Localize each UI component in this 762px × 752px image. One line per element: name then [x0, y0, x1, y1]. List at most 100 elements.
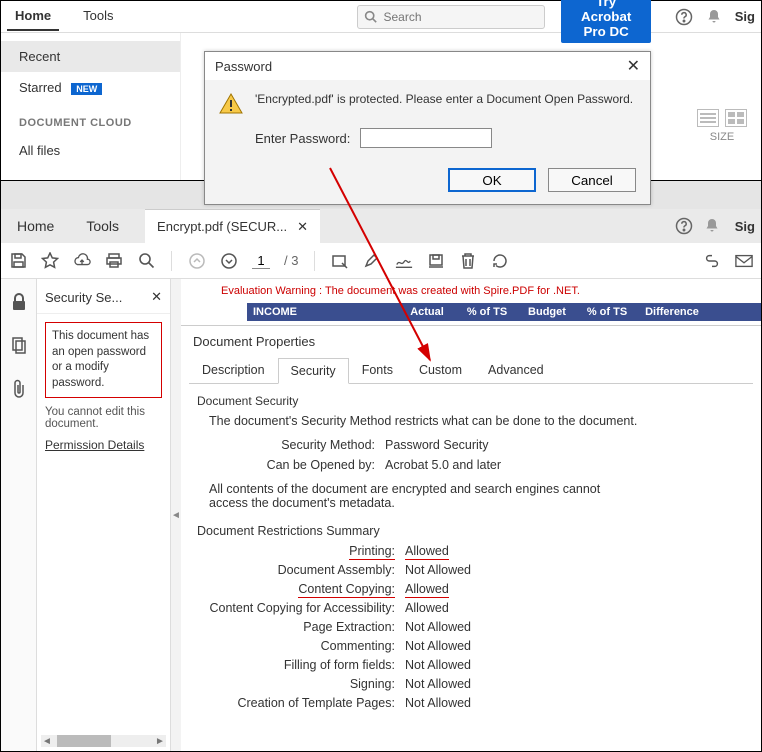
dialog-message: 'Encrypted.pdf' is protected. Please ent…: [255, 92, 633, 106]
mail-icon[interactable]: [735, 252, 753, 270]
close-panel-icon[interactable]: ✕: [151, 289, 162, 305]
security-panel: Security Se... ✕ This document has an op…: [37, 279, 171, 751]
tab-tools[interactable]: Tools: [75, 2, 121, 31]
sign-tool-icon[interactable]: [395, 252, 413, 270]
props-tab-custom[interactable]: Custom: [406, 357, 475, 383]
password-dialog: Password ✕ 'Encrypted.pdf' is protected.…: [204, 51, 651, 205]
bell-icon[interactable]: [703, 217, 721, 235]
ok-button[interactable]: OK: [448, 168, 536, 192]
restriction-row: Page Extraction:Not Allowed: [195, 620, 747, 634]
grid-view-icon[interactable]: [725, 109, 747, 127]
page-down-icon[interactable]: [220, 252, 238, 270]
sidebar-item-starred[interactable]: Starred NEW: [1, 72, 180, 103]
file-tab[interactable]: Encrypt.pdf (SECUR... ✕: [145, 209, 320, 243]
security-method-label: Security Method:: [195, 438, 385, 452]
scroll-left-icon[interactable]: ◄: [41, 735, 53, 747]
view-size-label: SIZE: [710, 131, 734, 143]
search-box[interactable]: [357, 5, 545, 29]
restriction-value: Not Allowed: [405, 677, 471, 691]
view-size-toggle: SIZE: [697, 109, 747, 143]
sidebar-item-all-files[interactable]: All files: [1, 135, 180, 166]
restriction-key: Content Copying:: [195, 582, 405, 596]
document-main: Evaluation Warning : The document was cr…: [181, 279, 761, 751]
enter-password-label: Enter Password:: [255, 131, 350, 146]
home-sidebar: Recent Starred NEW DOCUMENT CLOUD All fi…: [1, 33, 181, 180]
new-badge: NEW: [71, 83, 102, 95]
page-number-input[interactable]: [252, 253, 270, 269]
top-tab-bar: Home Tools Try Acrobat Pro DC Sig: [1, 1, 761, 33]
restriction-value: Not Allowed: [405, 620, 471, 634]
doc-tab-bar: Home Tools Encrypt.pdf (SECUR... ✕ Sig: [1, 209, 761, 243]
page-up-icon[interactable]: [188, 252, 206, 270]
security-panel-title: Security Se...: [45, 290, 122, 305]
trash-icon[interactable]: [459, 252, 477, 270]
search-icon[interactable]: [137, 252, 155, 270]
pages-icon[interactable]: [10, 336, 28, 357]
restriction-row: Filling of form fields:Not Allowed: [195, 658, 747, 672]
search-input[interactable]: [383, 10, 538, 24]
restriction-row: Printing:Allowed: [195, 544, 747, 558]
props-tab-security[interactable]: Security: [278, 358, 349, 384]
restriction-key: Commenting:: [195, 639, 405, 653]
bell-icon[interactable]: [705, 8, 723, 26]
top-right-icons: Sig: [675, 8, 755, 26]
attachment-icon[interactable]: [11, 379, 27, 402]
doc-tab-home[interactable]: Home: [1, 218, 70, 234]
collapse-panel-handle[interactable]: ◄: [171, 279, 181, 751]
tab-home[interactable]: Home: [7, 2, 59, 31]
col-diff: Difference: [637, 306, 707, 318]
close-icon[interactable]: ✕: [627, 56, 640, 76]
select-tool-icon[interactable]: [331, 252, 349, 270]
star-icon[interactable]: [41, 252, 59, 270]
scroll-thumb[interactable]: [57, 735, 111, 747]
sign-in-link[interactable]: Sig: [735, 9, 755, 24]
page-total: / 3: [284, 253, 298, 268]
props-tab-advanced[interactable]: Advanced: [475, 357, 557, 383]
col-pct1: % of TS: [457, 306, 517, 318]
props-tab-description[interactable]: Description: [189, 357, 278, 383]
print-icon[interactable]: [105, 252, 123, 270]
restriction-row: Creation of Template Pages:Not Allowed: [195, 696, 747, 710]
restriction-value: Not Allowed: [405, 696, 471, 710]
scroll-right-icon[interactable]: ►: [154, 735, 166, 747]
cancel-button[interactable]: Cancel: [548, 168, 636, 192]
restrictions-header: Document Restrictions Summary: [197, 524, 747, 538]
doc-tab-tools[interactable]: Tools: [70, 218, 135, 234]
save-icon[interactable]: [9, 252, 27, 270]
restriction-key: Document Assembly:: [195, 563, 405, 577]
panel-scrollbar[interactable]: ◄ ►: [41, 735, 166, 747]
col-income: INCOME: [247, 306, 397, 318]
restriction-row: Content Copying for Accessibility:Allowe…: [195, 601, 747, 615]
restriction-key: Content Copying for Accessibility:: [195, 601, 405, 615]
sidebar-item-recent[interactable]: Recent: [1, 41, 180, 72]
restriction-key: Printing:: [195, 544, 405, 558]
stamp-icon[interactable]: [427, 252, 445, 270]
props-tab-fonts[interactable]: Fonts: [349, 357, 406, 383]
restriction-value: Not Allowed: [405, 563, 471, 577]
link-icon[interactable]: [703, 252, 721, 270]
file-tab-label: Encrypt.pdf (SECUR...: [157, 219, 287, 234]
lock-icon[interactable]: [11, 293, 27, 314]
starred-label: Starred: [19, 80, 62, 95]
search-icon: [364, 10, 377, 23]
highlight-icon[interactable]: [363, 252, 381, 270]
list-view-icon[interactable]: [697, 109, 719, 127]
rotate-icon[interactable]: [491, 252, 509, 270]
cloud-icon[interactable]: [73, 252, 91, 270]
help-icon[interactable]: [675, 8, 693, 26]
no-edit-note: You cannot edit this document.: [45, 406, 162, 430]
help-icon[interactable]: [675, 217, 693, 235]
restriction-key: Page Extraction:: [195, 620, 405, 634]
permission-details-link[interactable]: Permission Details: [45, 438, 162, 452]
col-budget: Budget: [517, 306, 577, 318]
password-input[interactable]: [360, 128, 492, 148]
dialog-titlebar: Password ✕: [205, 52, 650, 80]
sign-in-link[interactable]: Sig: [735, 219, 755, 234]
document-properties-dialog: Document Properties Description Security…: [181, 325, 761, 751]
security-warning-box: This document has an open password or a …: [45, 322, 162, 398]
props-title: Document Properties: [181, 326, 761, 357]
restriction-value: Allowed: [405, 544, 449, 558]
restriction-row: Content Copying:Allowed: [195, 582, 747, 596]
home-window: Home Tools Try Acrobat Pro DC Sig Recent…: [0, 0, 762, 181]
close-tab-icon[interactable]: ✕: [297, 219, 308, 235]
